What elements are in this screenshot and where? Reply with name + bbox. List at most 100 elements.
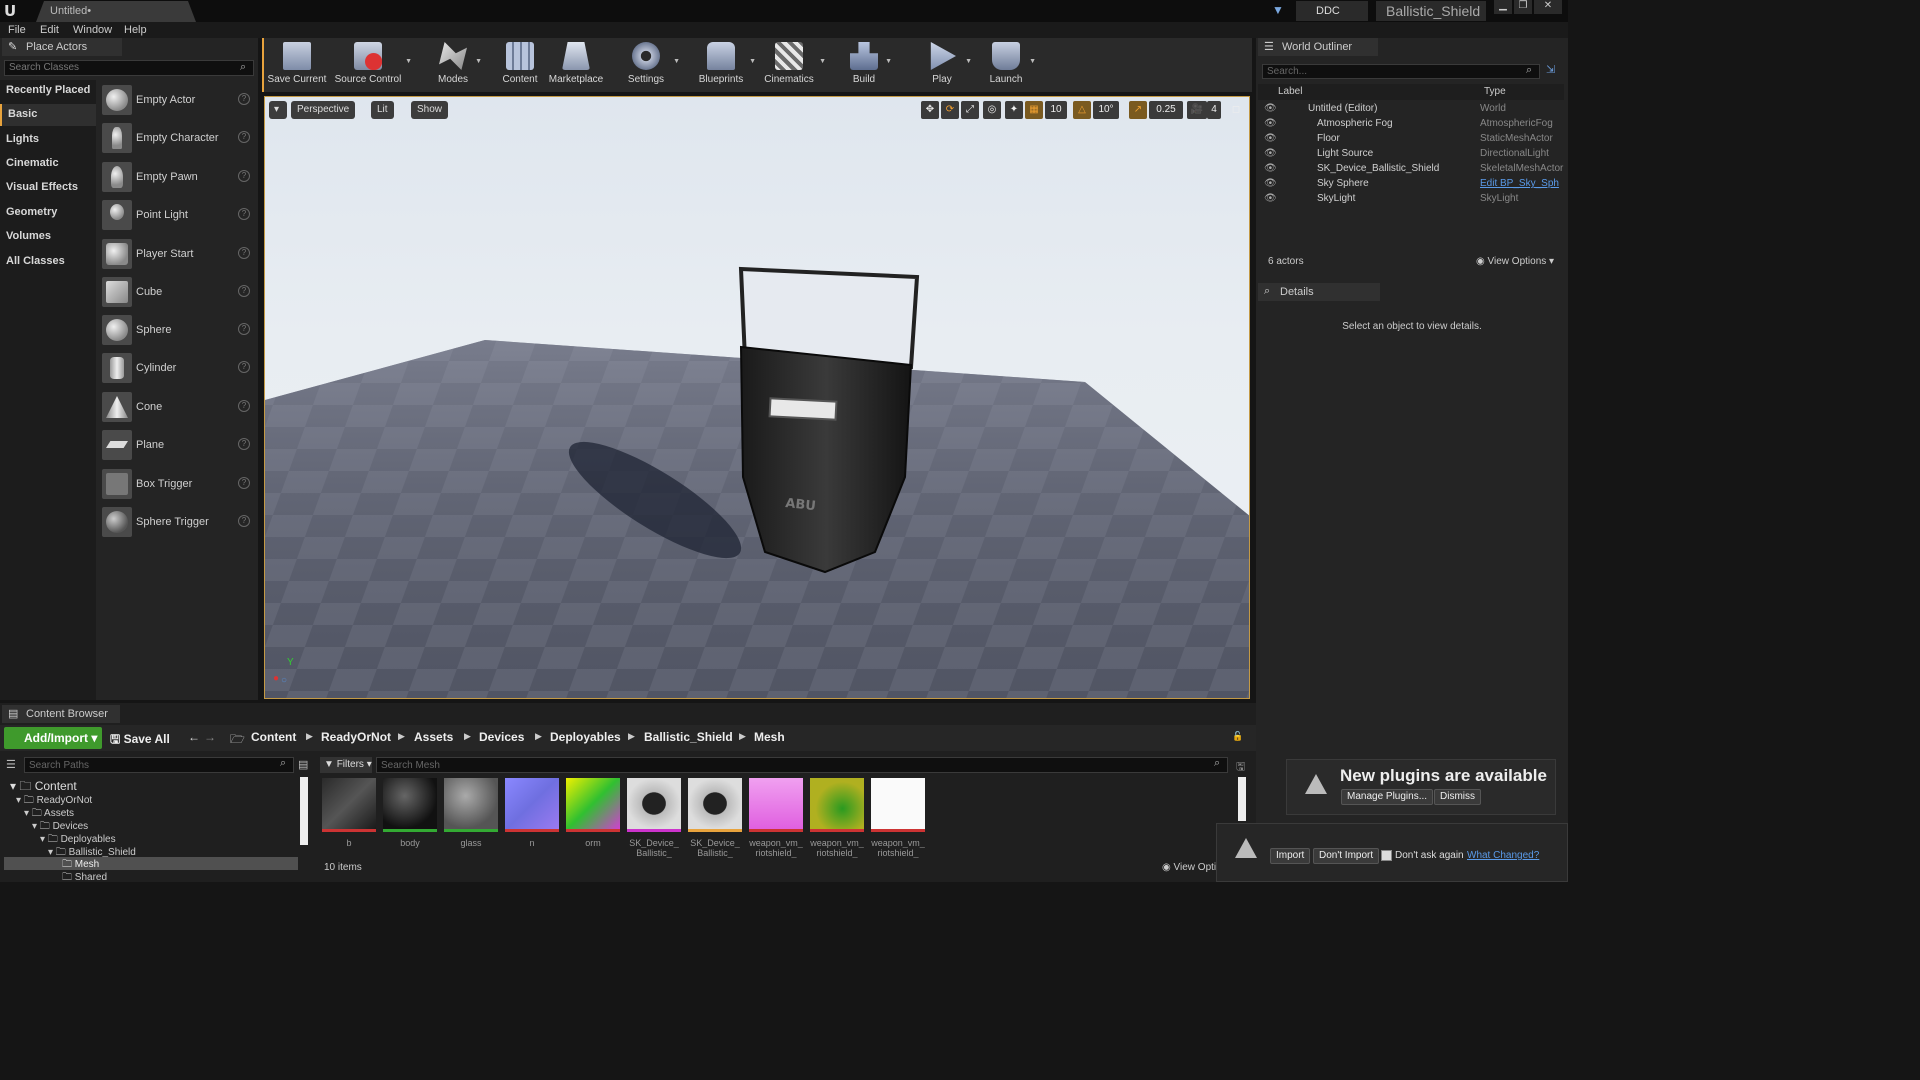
cinematics-button[interactable]: Cinematics ▼ <box>762 38 826 90</box>
search-icon[interactable]: ⌕ <box>1214 757 1220 770</box>
grid-snap-value[interactable]: 10 <box>1045 101 1067 119</box>
help-icon[interactable]: ? <box>238 477 250 489</box>
tree-item-mesh[interactable]: 🗀 Mesh <box>4 857 298 870</box>
actor-item-plane[interactable]: Plane? <box>100 428 256 462</box>
menu-edit[interactable]: Edit <box>40 24 59 36</box>
source-control-button[interactable]: Source Control ▼ <box>334 38 412 90</box>
save-current-button[interactable]: Save Current <box>266 38 328 90</box>
asset-tile-weapon-vm-2[interactable]: weapon_vm_ riotshield_ <box>810 778 864 858</box>
actor-item-empty-character[interactable]: Empty Character? <box>100 121 256 155</box>
column-type[interactable]: Type <box>1484 86 1506 97</box>
help-icon[interactable]: ? <box>238 131 250 143</box>
menu-file[interactable]: File <box>8 24 26 36</box>
actor-item-point-light[interactable]: Point Light? <box>100 198 256 232</box>
help-icon[interactable]: ? <box>238 208 250 220</box>
help-icon[interactable]: ? <box>238 400 250 412</box>
eye-icon[interactable]: 👁 <box>1264 103 1277 114</box>
edit-blueprint-link[interactable]: Edit BP_Sky_Sph <box>1480 178 1559 189</box>
settings-button[interactable]: Settings ▼ <box>622 38 680 90</box>
chevron-down-icon[interactable]: ▼ <box>673 58 680 65</box>
maximize-button[interactable]: ❐ <box>1514 0 1532 14</box>
translate-icon[interactable]: ✥ <box>921 101 939 119</box>
category-geometry[interactable]: Geometry <box>0 202 96 224</box>
play-button[interactable]: Play ▼ <box>922 38 972 90</box>
rotation-snap-icon[interactable]: △ <box>1073 101 1091 119</box>
breadcrumb-deployables[interactable]: Deployables <box>550 730 621 744</box>
help-icon[interactable]: ? <box>238 323 250 335</box>
tree-item-shared[interactable]: 🗀 Shared <box>62 870 107 887</box>
surface-snap-icon[interactable]: ✦ <box>1005 101 1023 119</box>
minimize-button[interactable]: ▁ <box>1494 0 1512 14</box>
rotate-icon[interactable]: ⟳ <box>941 101 959 119</box>
column-label[interactable]: Label <box>1278 86 1302 97</box>
perspective-button[interactable]: Perspective <box>291 101 356 119</box>
outliner-row[interactable]: 👁 Light Source DirectionalLight <box>1258 147 1564 162</box>
category-all-classes[interactable]: All Classes <box>0 251 96 273</box>
breadcrumb-readyornot[interactable]: ReadyOrNot <box>321 730 391 744</box>
search-icon[interactable]: ⌕ <box>1526 64 1532 77</box>
search-mesh-input[interactable]: Search Mesh <box>376 757 1228 773</box>
category-volumes[interactable]: Volumes <box>0 226 96 248</box>
category-recently-placed[interactable]: Recently Placed <box>0 80 96 102</box>
eye-icon[interactable]: 👁 <box>1264 193 1277 204</box>
actor-item-cone[interactable]: Cone? <box>100 390 256 424</box>
outliner-row[interactable]: 👁 SkyLight SkyLight <box>1258 192 1564 207</box>
filters-button[interactable]: ▼ Filters ▾ <box>320 757 372 773</box>
show-button[interactable]: Show <box>411 101 449 119</box>
level-viewport[interactable]: ABU ▾ Perspective Lit Show ✥ ⟳ ⤢ ◎ ✦ ▦ 1… <box>264 96 1250 699</box>
breadcrumb-devices[interactable]: Devices <box>479 730 524 744</box>
asset-tile-sk-device-2[interactable]: SK_Device_ Ballistic_ <box>688 778 742 858</box>
import-button[interactable]: Import <box>1270 848 1311 864</box>
help-icon[interactable]: ? <box>238 93 250 105</box>
help-icon[interactable]: ? <box>238 247 250 259</box>
what-changed-link[interactable]: What Changed? <box>1467 850 1539 861</box>
eye-icon[interactable]: 👁 <box>1264 163 1277 174</box>
breadcrumb-separator[interactable]: ▶ <box>464 731 471 742</box>
asset-tile-orm[interactable]: orm <box>566 778 620 850</box>
add-import-button[interactable]: Add/Import ▾ <box>4 727 102 749</box>
save-all-button[interactable]: 🖫 Save All <box>110 730 170 751</box>
breadcrumb-separator[interactable]: ▶ <box>628 731 635 742</box>
marketplace-button[interactable]: Marketplace <box>546 38 606 90</box>
eye-icon[interactable]: 👁 <box>1264 148 1277 159</box>
eye-icon[interactable]: 👁 <box>1264 133 1277 144</box>
outliner-search-input[interactable]: Search... <box>1262 64 1540 79</box>
category-basic[interactable]: Basic <box>0 104 96 126</box>
actor-item-player-start[interactable]: Player Start? <box>100 237 256 271</box>
actor-item-sphere-trigger[interactable]: Sphere Trigger? <box>100 505 256 539</box>
path-view-options-icon[interactable]: ▤ <box>298 758 308 771</box>
outliner-row[interactable]: 👁 Floor StaticMeshActor <box>1258 132 1564 147</box>
scale-snap-value[interactable]: 0.25 <box>1149 101 1183 119</box>
modes-button[interactable]: Modes ▼ <box>434 38 482 90</box>
ddc-indicator[interactable]: DDC <box>1296 1 1368 21</box>
breadcrumb-content[interactable]: Content <box>251 730 296 744</box>
dismiss-button[interactable]: Dismiss <box>1434 789 1481 805</box>
breadcrumb-assets[interactable]: Assets <box>414 730 453 744</box>
eye-icon[interactable]: 👁 <box>1264 118 1277 129</box>
outliner-row[interactable]: 👁 Sky Sphere Edit BP_Sky_Sph <box>1258 177 1564 192</box>
actor-item-empty-pawn[interactable]: Empty Pawn? <box>100 160 256 194</box>
asset-scrollbar[interactable] <box>1238 777 1246 821</box>
content-button[interactable]: Content <box>500 38 540 90</box>
category-lights[interactable]: Lights <box>0 129 96 151</box>
asset-tile-n[interactable]: n <box>505 778 559 850</box>
camera-speed-value[interactable]: 4 <box>1207 101 1221 119</box>
scale-snap-icon[interactable]: ↗ <box>1129 101 1147 119</box>
chevron-down-icon[interactable]: ▼ <box>965 58 972 65</box>
asset-tile-body[interactable]: body <box>383 778 437 850</box>
actor-item-box-trigger[interactable]: Box Trigger? <box>100 467 256 501</box>
outliner-view-options[interactable]: ◉ View Options ▾ <box>1476 256 1554 267</box>
dont-import-button[interactable]: Don't Import <box>1313 848 1380 864</box>
help-icon[interactable]: ? <box>238 285 250 297</box>
search-classes-input[interactable]: Search Classes <box>4 60 254 76</box>
breadcrumb-separator[interactable]: ▶ <box>398 731 405 742</box>
camera-speed-icon[interactable]: 🎥 <box>1187 101 1207 119</box>
asset-tile-sk-device-1[interactable]: SK_Device_ Ballistic_ <box>627 778 681 858</box>
outliner-row[interactable]: 👁 SK_Device_Ballistic_Shield SkeletalMeshA… <box>1258 162 1564 177</box>
chevron-down-icon[interactable]: ▼ <box>749 58 756 65</box>
document-tab[interactable]: Untitled• <box>36 1 196 22</box>
search-icon[interactable]: ⌕ <box>240 61 246 74</box>
category-visual-effects[interactable]: Visual Effects <box>0 177 96 199</box>
lit-button[interactable]: Lit <box>371 101 394 119</box>
forward-arrow-icon[interactable]: → <box>204 730 216 744</box>
